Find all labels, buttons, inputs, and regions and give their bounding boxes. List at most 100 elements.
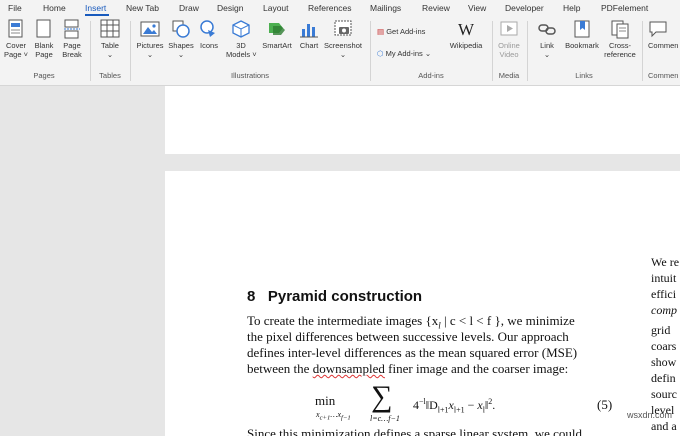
online-video-label-2: Video <box>499 50 519 59</box>
online-video-button[interactable]: Online Video <box>495 19 523 59</box>
tab-new-tab[interactable]: New Tab <box>126 3 159 13</box>
table-button[interactable]: Table ⌄ <box>96 19 124 59</box>
cross-reference-icon <box>611 20 629 39</box>
group-tables-label: Tables <box>99 71 121 80</box>
comment-label: Commen <box>648 41 679 50</box>
blank-page-button[interactable]: Blank Page <box>31 19 57 59</box>
section-heading: 8 Pyramid construction <box>247 288 422 305</box>
table-icon <box>100 19 120 38</box>
icons-icon <box>200 20 215 37</box>
document-page[interactable]: 8 Pyramid construction To create the int… <box>165 171 680 436</box>
document-page[interactable] <box>165 86 680 154</box>
chart-icon <box>300 24 318 38</box>
group-media-label: Media <box>498 71 520 80</box>
watermark: wsxdn.com <box>627 410 673 420</box>
tab-developer[interactable]: Developer <box>505 3 544 13</box>
equation-body: 4−l‖Dl+1xl+1 − xl‖2. <box>413 397 496 415</box>
link-label: Link <box>540 41 554 50</box>
active-tab-indicator <box>85 14 109 16</box>
column-text: sourc <box>651 387 677 401</box>
tab-layout[interactable]: Layout <box>263 3 289 13</box>
shapes-icon <box>172 20 190 38</box>
pictures-label: Pictures <box>136 41 164 50</box>
shapes-button[interactable]: Shapes ⌄ <box>167 19 195 59</box>
line-text: finer image and the coarser image: <box>384 361 569 376</box>
column-text: grid <box>651 323 671 337</box>
tab-help[interactable]: Help <box>563 3 580 13</box>
chevron-down-icon: ⌄ <box>424 49 432 58</box>
paragraph-line: To create the intermediate images {xl | … <box>247 313 575 331</box>
cover-page-button[interactable]: Cover Page ˅ <box>3 19 29 59</box>
cover-page-label-1: Cover <box>5 41 26 50</box>
group-pages-label: Pages <box>33 71 55 80</box>
spelling-error-word[interactable]: downsampled <box>313 361 385 376</box>
paragraph-line: between the downsampled finer image and … <box>247 361 568 377</box>
document-canvas[interactable]: 8 Pyramid construction To create the int… <box>0 86 680 436</box>
separator <box>642 21 643 81</box>
chevron-down-icon: ⌄ <box>543 50 551 59</box>
tab-pdfelement[interactable]: PDFelement <box>601 3 648 13</box>
tab-file[interactable]: File <box>8 3 22 13</box>
equation-min: min <box>315 393 336 408</box>
equation-term: ‖D <box>425 398 438 412</box>
online-video-label-1: Online <box>498 41 520 50</box>
link-icon <box>538 24 556 35</box>
screenshot-button[interactable]: Screenshot ⌄ <box>322 19 364 59</box>
bookmark-button[interactable]: Bookmark <box>562 19 602 50</box>
tab-draw[interactable]: Draw <box>179 3 199 13</box>
3d-models-label-2: Models ˅ <box>226 50 257 59</box>
get-add-ins-button[interactable]: ▤ Get Add-ins <box>377 27 425 36</box>
comment-button[interactable]: Commen <box>648 19 680 50</box>
tab-home[interactable]: Home <box>43 3 66 13</box>
bookmark-icon <box>574 20 590 38</box>
cross-reference-label-1: Cross- <box>608 41 632 50</box>
separator <box>370 21 371 81</box>
my-add-ins-button[interactable]: ⬡ My Add-ins ⌄ <box>377 49 431 58</box>
icons-button[interactable]: Icons <box>197 19 221 50</box>
icons-label: Icons <box>200 41 218 50</box>
tab-design[interactable]: Design <box>217 3 243 13</box>
cross-reference-button[interactable]: Cross- reference <box>602 19 638 59</box>
wikipedia-button[interactable]: W Wikipedia <box>447 19 485 50</box>
comment-icon <box>649 21 667 38</box>
column-text: defin <box>651 371 676 385</box>
ribbon-tab-bar: File Home Insert New Tab Draw Design Lay… <box>0 0 680 17</box>
chevron-down-icon: ⌄ <box>146 50 154 59</box>
smartart-label: SmartArt <box>262 41 292 50</box>
chevron-down-icon: ⌄ <box>106 50 114 59</box>
blank-page-icon <box>36 19 51 38</box>
separator <box>130 21 131 81</box>
tab-insert[interactable]: Insert <box>85 3 106 13</box>
table-label: Table <box>101 41 119 50</box>
screenshot-label: Screenshot <box>324 41 362 50</box>
tab-view[interactable]: View <box>468 3 486 13</box>
bookmark-label: Bookmark <box>565 41 599 50</box>
page-break-button[interactable]: Page Break <box>59 19 85 59</box>
chevron-down-icon: ⌄ <box>177 50 185 59</box>
column-text: comp <box>651 303 677 317</box>
smartart-button[interactable]: SmartArt <box>260 19 294 50</box>
column-text: and a <box>651 419 677 433</box>
video-icon <box>500 21 518 36</box>
pictures-button[interactable]: Pictures ⌄ <box>135 19 165 59</box>
column-text: coars <box>651 339 677 353</box>
smartart-icon <box>269 23 285 35</box>
link-button[interactable]: Link ⌄ <box>534 19 560 59</box>
tab-review[interactable]: Review <box>422 3 450 13</box>
separator <box>90 21 91 81</box>
line-text: between the <box>247 361 313 376</box>
my-add-ins-label: My Add-ins <box>385 49 423 58</box>
tab-references[interactable]: References <box>308 3 351 13</box>
section-number: 8 <box>247 288 256 305</box>
summation-bounds: l=c…f−1 <box>370 414 400 423</box>
section-title: Pyramid construction <box>267 288 423 305</box>
tab-mailings[interactable]: Mailings <box>370 3 401 13</box>
cross-reference-label-2: reference <box>604 50 636 59</box>
paragraph-line: the pixel differences between successive… <box>247 329 569 344</box>
group-illustrations-label: Illustrations <box>231 71 269 80</box>
chart-button[interactable]: Chart <box>297 19 321 50</box>
3d-models-button[interactable]: 3D Models ˅ <box>226 19 257 59</box>
column-text: intuit <box>651 271 677 285</box>
group-links-label: Links <box>575 71 593 80</box>
paragraph-line: defines inter-level differences as the m… <box>247 345 578 360</box>
